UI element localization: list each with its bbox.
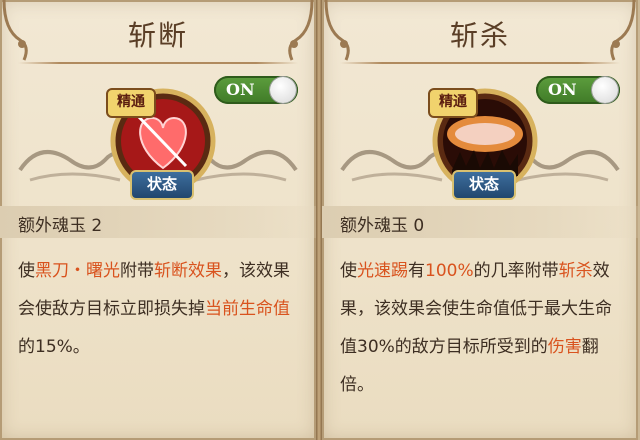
mastery-badge: 精通 <box>106 88 156 118</box>
extra-soul-jade-text: 额外魂玉 2 <box>18 216 103 236</box>
skill-card-execute: 斩杀 ON 精通 状态 额外魂玉 0 使光速踢有100%的几率附带斩杀效果，该效… <box>322 0 638 440</box>
title-divider <box>340 62 620 64</box>
desc-seg: 有 <box>408 261 425 281</box>
extra-soul-jade-text: 额外魂玉 0 <box>340 216 425 236</box>
desc-highlight: 斩断效果 <box>154 261 222 281</box>
skill-description: 使光速踢有100%的几率附带斩杀效果，该效果会使生命值低于最大生命值30%的敌方… <box>340 252 624 404</box>
desc-highlight: 斩杀 <box>558 261 593 281</box>
extra-soul-jade-row: 额外魂玉 2 <box>0 206 316 238</box>
skill-toggle[interactable]: ON <box>214 76 298 104</box>
mastery-badge: 精通 <box>428 88 478 118</box>
desc-seg: 的15%。 <box>18 337 90 357</box>
desc-seg: 使 <box>18 261 35 281</box>
skill-description: 使黑刀・曙光附带斩断效果，该效果会使敌方目标立即损失掉当前生命值的15%。 <box>18 252 302 366</box>
skill-card-cut: 斩断 ON 精通 状态 额外魂玉 2 使黑刀・曙光附带斩断效果，该效果会使敌方目… <box>0 0 316 440</box>
desc-highlight: 光速踢 <box>357 261 408 281</box>
desc-highlight: 伤害 <box>547 337 582 357</box>
desc-highlight: 100% <box>425 261 474 281</box>
status-badge: 状态 <box>130 170 194 200</box>
toggle-label: ON <box>548 80 577 99</box>
title-divider <box>18 62 298 64</box>
desc-seg: 的几率附带 <box>473 261 559 281</box>
status-badge: 状态 <box>452 170 516 200</box>
desc-highlight: 黑刀・曙光 <box>35 261 120 281</box>
desc-seg: 附带 <box>120 261 154 281</box>
toggle-knob <box>592 77 618 103</box>
desc-seg: 使 <box>340 261 357 281</box>
extra-soul-jade-row: 额外魂玉 0 <box>322 206 638 238</box>
toggle-knob <box>270 77 296 103</box>
toggle-label: ON <box>226 80 255 99</box>
card-title: 斩杀 <box>449 19 510 52</box>
card-title: 斩断 <box>127 19 188 52</box>
desc-highlight: 当前生命值 <box>205 299 290 319</box>
skill-toggle[interactable]: ON <box>536 76 620 104</box>
